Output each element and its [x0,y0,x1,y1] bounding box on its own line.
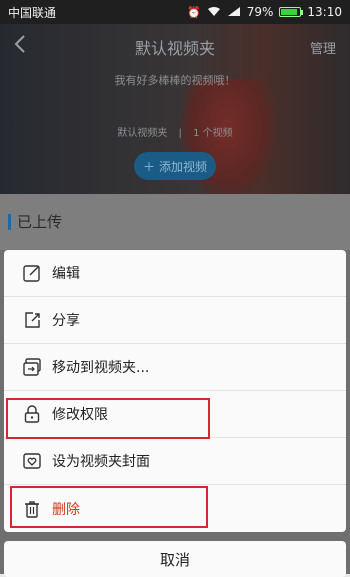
lock-icon [22,404,42,424]
carrier-name: 中国联通 [8,5,57,20]
cover-heart-icon [22,451,42,471]
move-folder-icon [22,357,42,377]
status-bar: 中国联通 ⏰ 79% 13:10 [0,0,350,24]
alarm-icon: ⏰ [187,5,201,19]
clock: 13:10 [307,5,342,19]
uploaded-section: 已上传 [0,194,350,250]
change-permission-label: 修改权限 [52,407,108,423]
share-option[interactable]: 分享 [4,297,346,344]
share-label: 分享 [52,313,80,329]
edit-icon [22,263,42,283]
add-video-label: 添加视频 [159,159,208,174]
section-title: 已上传 [8,214,62,230]
delete-option[interactable]: 删除 [4,485,346,532]
page-title: 默认视频夹 [134,39,215,58]
battery-percent: 79% [246,5,274,19]
action-sheet: 编辑 分享 移动到视频夹... 修改权限 设为视频夹封面 删除 [4,250,346,532]
folder-meta: 默认视频夹 | 1 个视频 [0,124,350,139]
delete-label: 删除 [52,501,80,518]
top-nav: 默认视频夹 管理 [0,24,350,70]
set-cover-option[interactable]: 设为视频夹封面 [4,438,346,485]
move-to-folder-option[interactable]: 移动到视频夹... [4,344,346,391]
wifi-icon [207,6,221,19]
status-icons: ⏰ 79% 13:10 [187,5,342,19]
chevron-left-icon[interactable] [14,34,38,60]
trash-icon [22,499,42,519]
battery-icon [279,7,304,17]
edit-label: 编辑 [52,266,80,282]
share-icon [22,310,42,330]
signal-icon [227,6,241,19]
set-cover-label: 设为视频夹封面 [52,454,150,470]
folder-cover: 默认视频夹 管理 我有好多棒棒的视频哦！ 默认视频夹 | 1 个视频 ＋ 添加视… [0,24,350,194]
plus-icon: ＋ [142,159,155,174]
move-to-folder-label: 移动到视频夹... [52,360,150,376]
meta-separator: | [178,128,182,139]
folder-name: 默认视频夹 [117,128,168,139]
manage-button[interactable]: 管理 [310,38,336,57]
change-permission-option[interactable]: 修改权限 [4,391,346,438]
video-count: 1 个视频 [193,128,233,139]
add-video-button[interactable]: ＋ 添加视频 [134,152,216,180]
edit-option[interactable]: 编辑 [4,250,346,297]
folder-description: 我有好多棒棒的视频哦！ [114,74,236,87]
cancel-button[interactable]: 取消 [4,541,346,577]
